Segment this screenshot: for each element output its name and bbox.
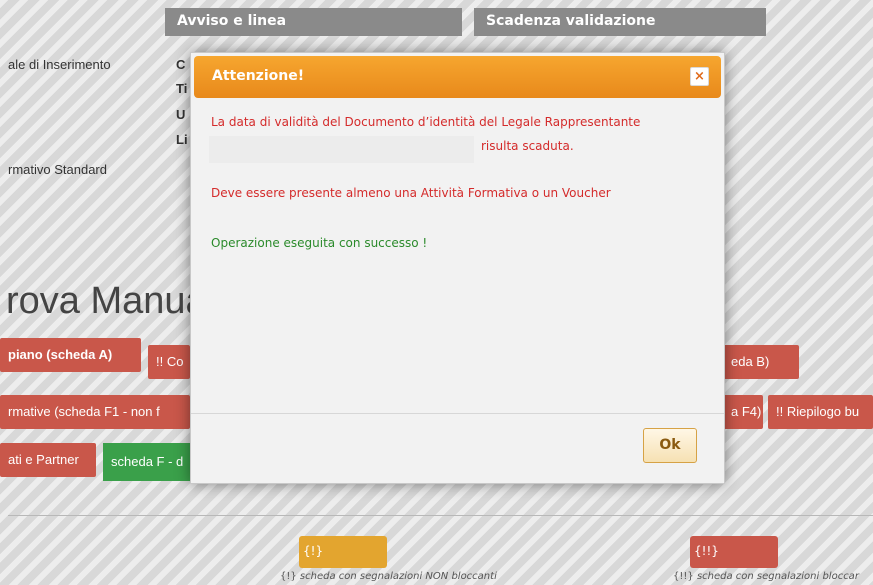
field-initial-c: C <box>176 57 186 72</box>
button-riepilogo[interactable]: !! Riepilogo bu <box>768 395 873 429</box>
button-piano-scheda-a[interactable]: piano (scheda A) <box>0 338 141 372</box>
ok-button[interactable]: Ok <box>643 428 697 463</box>
button-scheda-f4[interactable]: a F4) <box>723 395 763 429</box>
legend-badge-non-blocking: {!} <box>299 536 387 568</box>
legend-prefix-blocking: {!!} <box>673 571 694 582</box>
field-initial-u: U <box>176 107 186 122</box>
legend-label-blocking: scheda con segnalazioni bloccar <box>696 571 859 582</box>
legend-text-blocking: {!!} scheda con segnalazioni bloccar <box>673 571 859 582</box>
error-activity-required: Deve essere presente almeno una Attività… <box>211 186 611 200</box>
label-modalita-inserimento: ale di Inserimento <box>8 57 111 72</box>
dialog-title: Attenzione! <box>212 68 305 84</box>
field-initial-ti: Ti <box>176 81 188 96</box>
legend-prefix-non-blocking: {!} <box>280 571 297 582</box>
divider <box>8 515 873 516</box>
legend-text-non-blocking: {!} scheda con segnalazioni NON bloccant… <box>280 571 497 582</box>
label-formativo-standard: rmativo Standard <box>8 162 107 177</box>
dialog-header: Attenzione! × <box>194 56 721 98</box>
button-scheda-b[interactable]: eda B) <box>723 345 799 379</box>
close-icon: × <box>694 69 705 84</box>
success-message: Operazione eseguita con successo ! <box>211 236 428 250</box>
footer-divider <box>191 413 724 414</box>
button-partner[interactable]: ati e Partner <box>0 443 96 477</box>
button-formative-scheda-f1[interactable]: rmative (scheda F1 - non f <box>0 395 190 429</box>
tab-scadenza-validazione[interactable]: Scadenza validazione <box>474 8 766 36</box>
page-title: rova Manua <box>6 280 207 322</box>
redacted-name <box>209 136 474 163</box>
field-initial-li: Li <box>176 132 188 147</box>
alert-dialog: Attenzione! × La data di validità del Do… <box>190 52 725 484</box>
error-document-validity: La data di validità del Documento d’iden… <box>211 115 641 129</box>
tab-avviso-e-linea[interactable]: Avviso e linea <box>165 8 462 36</box>
close-button[interactable]: × <box>690 67 709 86</box>
legend-badge-blocking: {!!} <box>690 536 778 568</box>
button-co[interactable]: !! Co <box>148 345 190 379</box>
error-document-expired: risulta scaduta. <box>481 139 574 153</box>
legend-label-non-blocking: scheda con segnalazioni NON bloccanti <box>299 571 497 582</box>
